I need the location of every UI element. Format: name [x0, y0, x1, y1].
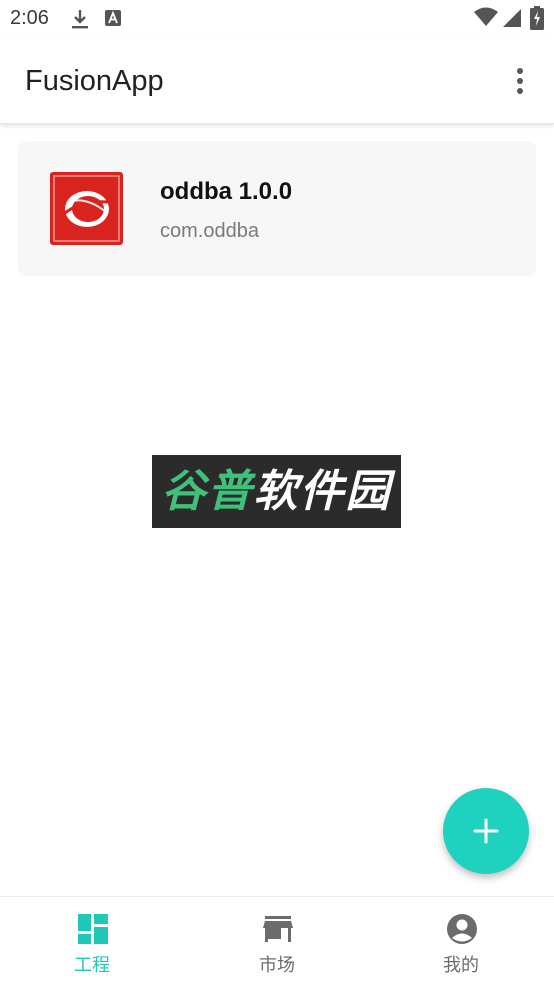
nav-label-market: 市场: [259, 955, 295, 975]
store-icon: [263, 916, 293, 942]
project-name: oddba 1.0.0: [160, 178, 293, 205]
signal-icon: [503, 9, 521, 27]
plus-icon: [473, 818, 499, 844]
nav-label-profile: 我的: [443, 955, 479, 975]
watermark-green-text: 谷普: [161, 466, 254, 517]
nav-item-profile[interactable]: 我的: [369, 897, 553, 985]
add-project-button[interactable]: [443, 788, 529, 874]
nav-item-projects[interactable]: 工程: [0, 897, 184, 985]
watermark-white-text: 软件园: [253, 466, 392, 517]
app-logo-icon: [50, 172, 123, 245]
nav-label-projects: 工程: [74, 955, 110, 975]
app-title: FusionApp: [25, 65, 164, 97]
notification-a-icon: [105, 10, 121, 26]
battery-charging-icon: [530, 6, 544, 30]
bottom-navigation: 工程 市场 我的: [0, 896, 554, 985]
wifi-icon: [474, 7, 498, 26]
account-circle-icon: [447, 914, 477, 944]
project-card[interactable]: oddba 1.0.0 com.oddba: [18, 141, 536, 276]
dashboard-icon: [78, 914, 108, 944]
download-icon: [72, 10, 88, 29]
status-bar: 2:06: [0, 0, 554, 38]
nav-item-market[interactable]: 市场: [185, 897, 369, 985]
more-vert-icon[interactable]: [504, 60, 536, 102]
app-bar: FusionApp: [0, 38, 554, 124]
project-package: com.oddba: [160, 220, 259, 242]
status-time: 2:06: [10, 7, 49, 29]
watermark-logo: 谷普软件园: [152, 455, 401, 528]
